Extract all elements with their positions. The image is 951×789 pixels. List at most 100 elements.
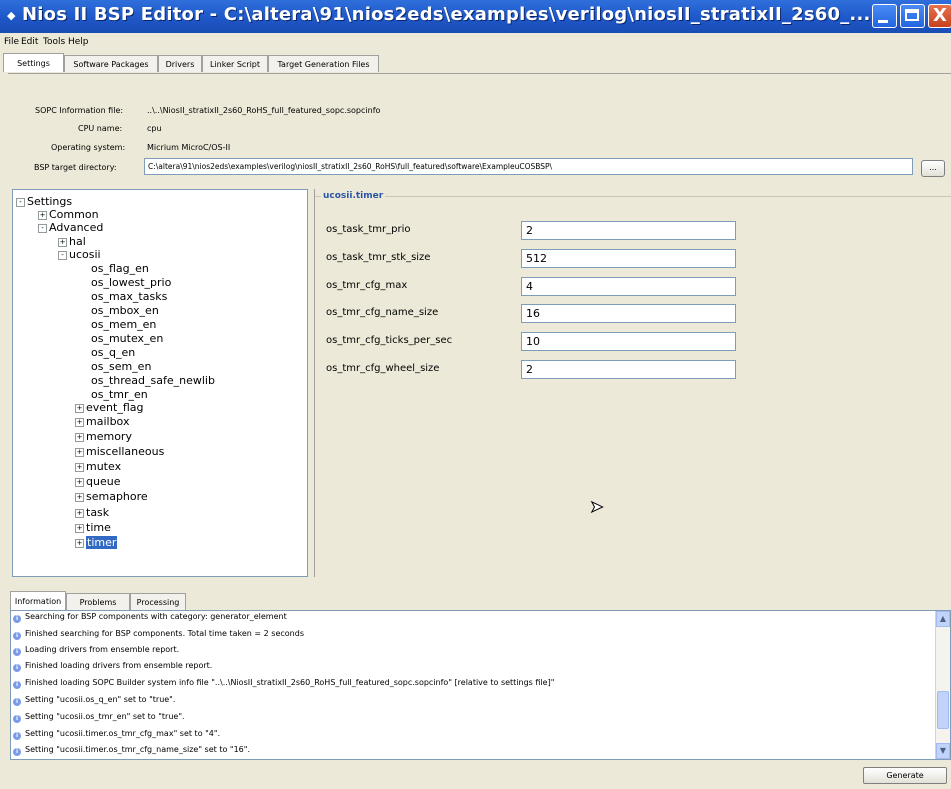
property-label: os_tmr_cfg_wheel_size bbox=[326, 363, 440, 374]
log-row: i Finished searching for BSP components. … bbox=[13, 629, 304, 640]
tree-node-queue[interactable]: + queue bbox=[75, 475, 120, 488]
expand-icon[interactable]: + bbox=[38, 211, 47, 220]
property-input[interactable]: 2 bbox=[521, 221, 736, 240]
tab-problems[interactable]: Problems bbox=[66, 593, 130, 610]
log-row: i Setting "ucosii.timer.os_tmr_cfg_name_s… bbox=[13, 745, 250, 756]
tree-node-mailbox[interactable]: + mailbox bbox=[75, 415, 129, 428]
information-log[interactable]: i Searching for BSP components with categ… bbox=[10, 610, 951, 760]
property-input[interactable]: 10 bbox=[521, 332, 736, 351]
log-scrollbar[interactable]: ▲ ▼ bbox=[935, 611, 950, 759]
expand-icon[interactable]: + bbox=[75, 433, 84, 442]
log-row: i Setting "ucosii.timer.os_tmr_cfg_max" s… bbox=[13, 729, 220, 740]
menu-help[interactable]: Help bbox=[68, 37, 89, 47]
bsp-target-dir-field[interactable]: C:\altera\91\nios2eds\examples\verilog\n… bbox=[144, 158, 913, 175]
tree-node-memory[interactable]: + memory bbox=[75, 430, 132, 443]
tree-node-mutex[interactable]: + mutex bbox=[75, 460, 121, 473]
window-frame bbox=[0, 55, 8, 789]
tree-node-settings[interactable]: - Settings bbox=[16, 195, 72, 208]
expand-icon[interactable]: + bbox=[75, 539, 84, 548]
close-icon: X bbox=[933, 5, 947, 26]
tree-leaf[interactable]: os_mbox_en bbox=[91, 304, 159, 317]
tree-leaf[interactable]: os_q_en bbox=[91, 346, 135, 359]
maximize-button[interactable] bbox=[900, 4, 925, 28]
expand-icon[interactable]: + bbox=[58, 238, 67, 247]
tree-node-event-flag[interactable]: + event_flag bbox=[75, 401, 143, 414]
menu-bar: File Edit Tools Help bbox=[0, 33, 951, 52]
tab-settings[interactable]: Settings bbox=[3, 53, 64, 72]
expand-icon[interactable]: + bbox=[75, 524, 84, 533]
mouse-cursor-icon: ➤ bbox=[589, 497, 604, 517]
scroll-thumb[interactable] bbox=[937, 691, 949, 729]
minimize-button[interactable] bbox=[872, 4, 897, 28]
browse-button[interactable]: ... bbox=[921, 160, 945, 177]
expand-icon[interactable]: + bbox=[75, 463, 84, 472]
info-icon: i bbox=[13, 715, 21, 723]
tab-processing[interactable]: Processing bbox=[130, 593, 186, 610]
menu-file[interactable]: File bbox=[4, 37, 19, 47]
scroll-down-icon[interactable]: ▼ bbox=[936, 743, 950, 759]
collapse-icon[interactable]: - bbox=[38, 224, 47, 233]
tab-software-packages[interactable]: Software Packages bbox=[64, 55, 158, 72]
timer-group: ucosii.timer os_task_tmr_prio 2 os_task_… bbox=[315, 191, 951, 389]
close-button[interactable]: X bbox=[928, 4, 951, 28]
tree-node-task[interactable]: + task bbox=[75, 506, 109, 519]
log-row: i Searching for BSP components with categ… bbox=[13, 612, 287, 623]
menu-edit[interactable]: Edit bbox=[21, 37, 38, 47]
tree-node-common[interactable]: + Common bbox=[38, 208, 99, 221]
group-title: ucosii.timer bbox=[321, 191, 386, 201]
tree-leaf[interactable]: os_lowest_prio bbox=[91, 276, 171, 289]
bsp-target-dir-label: BSP target directory: bbox=[34, 163, 117, 172]
tree-leaf[interactable]: os_mutex_en bbox=[91, 332, 163, 345]
info-icon: i bbox=[13, 698, 21, 706]
scroll-up-icon[interactable]: ▲ bbox=[936, 611, 950, 627]
tab-drivers[interactable]: Drivers bbox=[158, 55, 202, 72]
tree-node-semaphore[interactable]: + semaphore bbox=[75, 490, 148, 503]
tree-node-ucosii[interactable]: - ucosii bbox=[58, 248, 101, 261]
tree-leaf[interactable]: os_thread_safe_newlib bbox=[91, 374, 215, 387]
tree-node-miscellaneous[interactable]: + miscellaneous bbox=[75, 445, 164, 458]
tree-leaf[interactable]: os_max_tasks bbox=[91, 290, 167, 303]
log-row: i Loading drivers from ensemble report. bbox=[13, 645, 179, 656]
log-row: i Setting "ucosii.os_tmr_en" set to "true… bbox=[13, 712, 185, 723]
collapse-icon[interactable]: - bbox=[58, 251, 67, 260]
property-input[interactable]: 16 bbox=[521, 304, 736, 323]
expand-icon[interactable]: + bbox=[75, 404, 84, 413]
tree-node-timer[interactable]: + timer bbox=[75, 536, 118, 549]
expand-icon[interactable]: + bbox=[75, 509, 84, 518]
expand-icon[interactable]: + bbox=[75, 478, 84, 487]
tree-node-advanced[interactable]: - Advanced bbox=[38, 221, 103, 234]
sopc-info-label: SOPC Information file: bbox=[35, 106, 124, 115]
collapse-icon[interactable]: - bbox=[16, 198, 25, 207]
log-row: i Setting "ucosii.os_q_en" set to "true". bbox=[13, 695, 175, 706]
window-title: Nios II BSP Editor - C:\altera\91\nios2e… bbox=[22, 4, 871, 25]
property-input[interactable]: 4 bbox=[521, 277, 736, 296]
generate-button[interactable]: Generate bbox=[863, 767, 947, 784]
expand-icon[interactable]: + bbox=[75, 493, 84, 502]
info-icon: i bbox=[13, 664, 21, 672]
info-icon: i bbox=[13, 615, 21, 623]
expand-icon[interactable]: + bbox=[75, 448, 84, 457]
property-input[interactable]: 512 bbox=[521, 249, 736, 268]
property-input[interactable]: 2 bbox=[521, 360, 736, 379]
operating-system-label: Operating system: bbox=[51, 143, 126, 152]
tree-leaf[interactable]: os_flag_en bbox=[91, 262, 149, 275]
tab-linker-script[interactable]: Linker Script bbox=[202, 55, 268, 72]
tree-leaf[interactable]: os_mem_en bbox=[91, 318, 156, 331]
nios-ii-icon[interactable]: ◆ bbox=[7, 9, 15, 22]
tab-target-generation-files[interactable]: Target Generation Files bbox=[268, 55, 379, 72]
expand-icon[interactable]: + bbox=[75, 418, 84, 427]
properties-panel: ucosii.timer os_task_tmr_prio 2 os_task_… bbox=[314, 189, 951, 577]
tree-leaf[interactable]: os_tmr_en bbox=[91, 388, 148, 401]
title-bar: ◆ Nios II BSP Editor - C:\altera\91\nios… bbox=[0, 0, 951, 33]
info-icon: i bbox=[13, 681, 21, 689]
tree-leaf[interactable]: os_sem_en bbox=[91, 360, 151, 373]
menu-tools[interactable]: Tools bbox=[43, 37, 65, 47]
operating-system-value: Micrium MicroC/OS-II bbox=[147, 143, 231, 152]
settings-tree[interactable]: - Settings + Common - Advanced + hal - ucosii… bbox=[12, 189, 308, 577]
tree-node-time[interactable]: + time bbox=[75, 521, 111, 534]
log-row: i Finished loading SOPC Builder system in… bbox=[13, 678, 554, 689]
info-icon: i bbox=[13, 748, 21, 756]
log-row: i Finished loading drivers from ensemble … bbox=[13, 661, 212, 672]
tab-information[interactable]: Information bbox=[10, 591, 66, 610]
tree-node-hal[interactable]: + hal bbox=[58, 235, 86, 248]
